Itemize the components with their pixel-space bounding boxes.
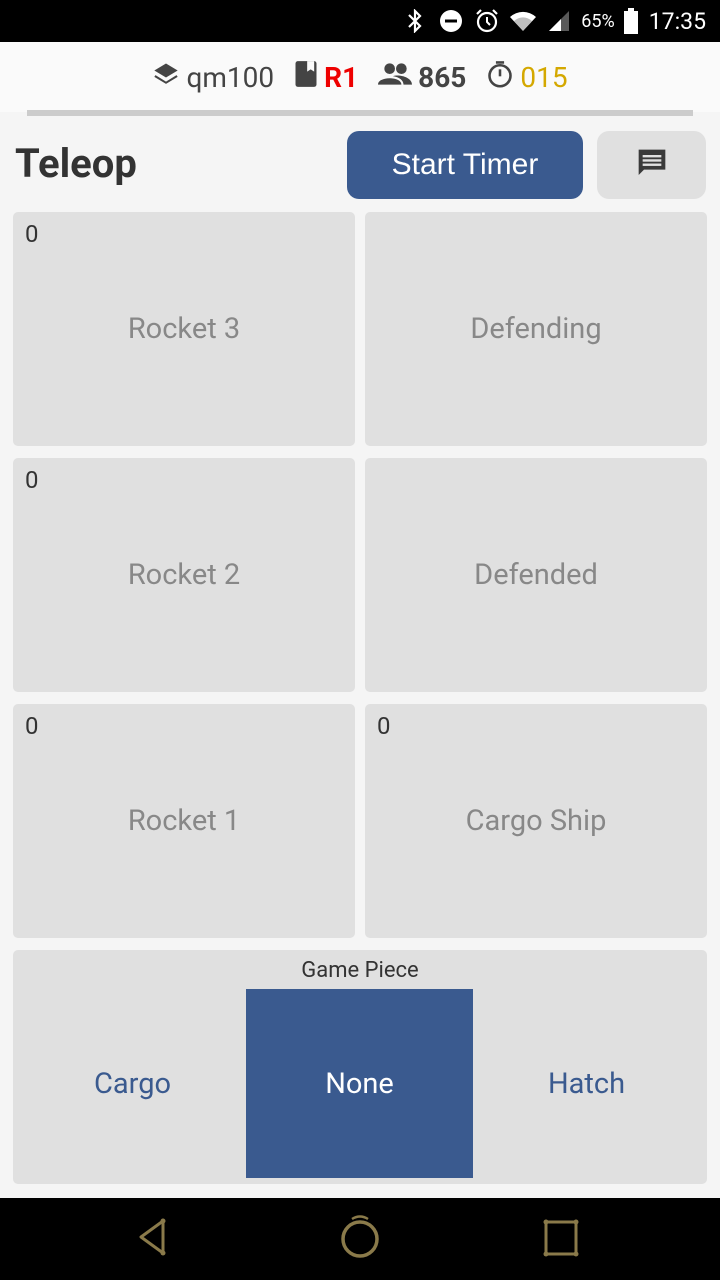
- battery-icon: [623, 7, 639, 35]
- match-timer-text: 015: [520, 60, 568, 94]
- bluetooth-icon: [401, 7, 429, 35]
- wifi-icon: [509, 7, 537, 35]
- tile-label: Defended: [474, 558, 598, 592]
- start-timer-button[interactable]: Start Timer: [347, 131, 583, 199]
- tile-label: Cargo Ship: [465, 804, 607, 838]
- stopwatch-icon: [486, 60, 514, 95]
- match-number-text: qm100: [186, 60, 275, 94]
- alliance-position-text: R1: [324, 60, 359, 94]
- bookmark-icon: [294, 60, 318, 95]
- tile-label: Rocket 3: [127, 312, 241, 346]
- nav-recents-icon: [541, 1215, 581, 1263]
- page-title: Teleop: [15, 140, 137, 187]
- tile-cargo-ship[interactable]: 0 Cargo Ship: [365, 704, 707, 938]
- team-number-text: 865: [418, 60, 467, 94]
- match-timer: 015: [486, 60, 568, 95]
- match-progress-bar: [27, 110, 693, 116]
- signal-icon: [545, 7, 573, 35]
- chat-icon: [635, 147, 669, 183]
- nav-back-icon: [133, 1215, 173, 1263]
- chat-button[interactable]: [597, 131, 706, 199]
- match-info-bar: qm100 R1 865 015: [0, 42, 720, 112]
- tile-rocket-2[interactable]: 0 Rocket 2: [13, 458, 355, 692]
- match-number: qm100: [152, 60, 274, 95]
- navigation-bar: [0, 1198, 720, 1280]
- do-not-disturb-icon: [437, 7, 465, 35]
- alarm-icon: [473, 7, 501, 35]
- tile-label: Rocket 2: [127, 558, 241, 592]
- game-piece-label: Game Piece: [301, 958, 419, 983]
- game-piece-option-cargo[interactable]: Cargo: [19, 989, 246, 1178]
- tile-defending[interactable]: Defending: [365, 212, 707, 446]
- tile-label: Defending: [470, 312, 602, 346]
- game-piece-option-hatch[interactable]: Hatch: [473, 989, 700, 1178]
- team-number: 865: [378, 61, 466, 94]
- tile-rocket-1[interactable]: 0 Rocket 1: [13, 704, 355, 938]
- game-piece-selector: Game Piece Cargo None Hatch: [13, 950, 707, 1184]
- nav-back-button[interactable]: [126, 1212, 180, 1266]
- status-bar: 65% 17:35: [0, 0, 720, 42]
- nav-recents-button[interactable]: [534, 1212, 588, 1266]
- layers-icon: [152, 60, 180, 95]
- tile-defended[interactable]: Defended: [365, 458, 707, 692]
- people-icon: [378, 61, 413, 94]
- tile-label: Rocket 1: [127, 804, 241, 838]
- clock: 17:35: [648, 7, 706, 35]
- tile-rocket-3[interactable]: 0 Rocket 3: [13, 212, 355, 446]
- game-piece-option-none[interactable]: None: [246, 989, 473, 1178]
- alliance-position: R1: [294, 60, 358, 95]
- nav-home-icon: [338, 1213, 382, 1265]
- nav-home-button[interactable]: [333, 1212, 387, 1266]
- status-icons: 65% 17:35: [401, 0, 706, 42]
- battery-percent: 65%: [581, 10, 615, 32]
